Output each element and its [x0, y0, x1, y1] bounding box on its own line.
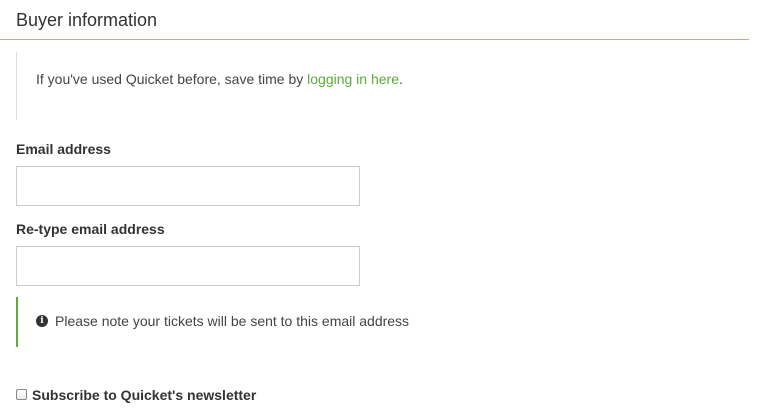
login-link[interactable]: logging in here — [307, 71, 399, 87]
email-field[interactable] — [16, 166, 360, 206]
email-label: Email address — [16, 141, 111, 157]
buyer-information-form: Buyer information If you've used Quicket… — [0, 0, 760, 420]
login-notice-suffix: . — [399, 71, 403, 87]
email-delivery-notice-text: Please note your tickets will be sent to… — [55, 313, 410, 329]
retype-email-label: Re-type email address — [16, 221, 165, 237]
info-circle-icon: i — [36, 315, 48, 327]
newsletter-label[interactable]: Subscribe to Quicket's newsletter — [32, 387, 256, 403]
login-notice: If you've used Quicket before, save time… — [16, 52, 517, 120]
section-title: Buyer information — [16, 10, 158, 30]
login-notice-prefix: If you've used Quicket before, save time… — [36, 71, 308, 87]
newsletter-checkbox[interactable] — [16, 389, 27, 400]
login-notice-text: If you've used Quicket before, save time… — [36, 71, 403, 87]
title-divider — [0, 39, 749, 40]
email-delivery-notice: i Please note your tickets will be sent … — [16, 297, 518, 347]
retype-email-field[interactable] — [16, 246, 360, 286]
